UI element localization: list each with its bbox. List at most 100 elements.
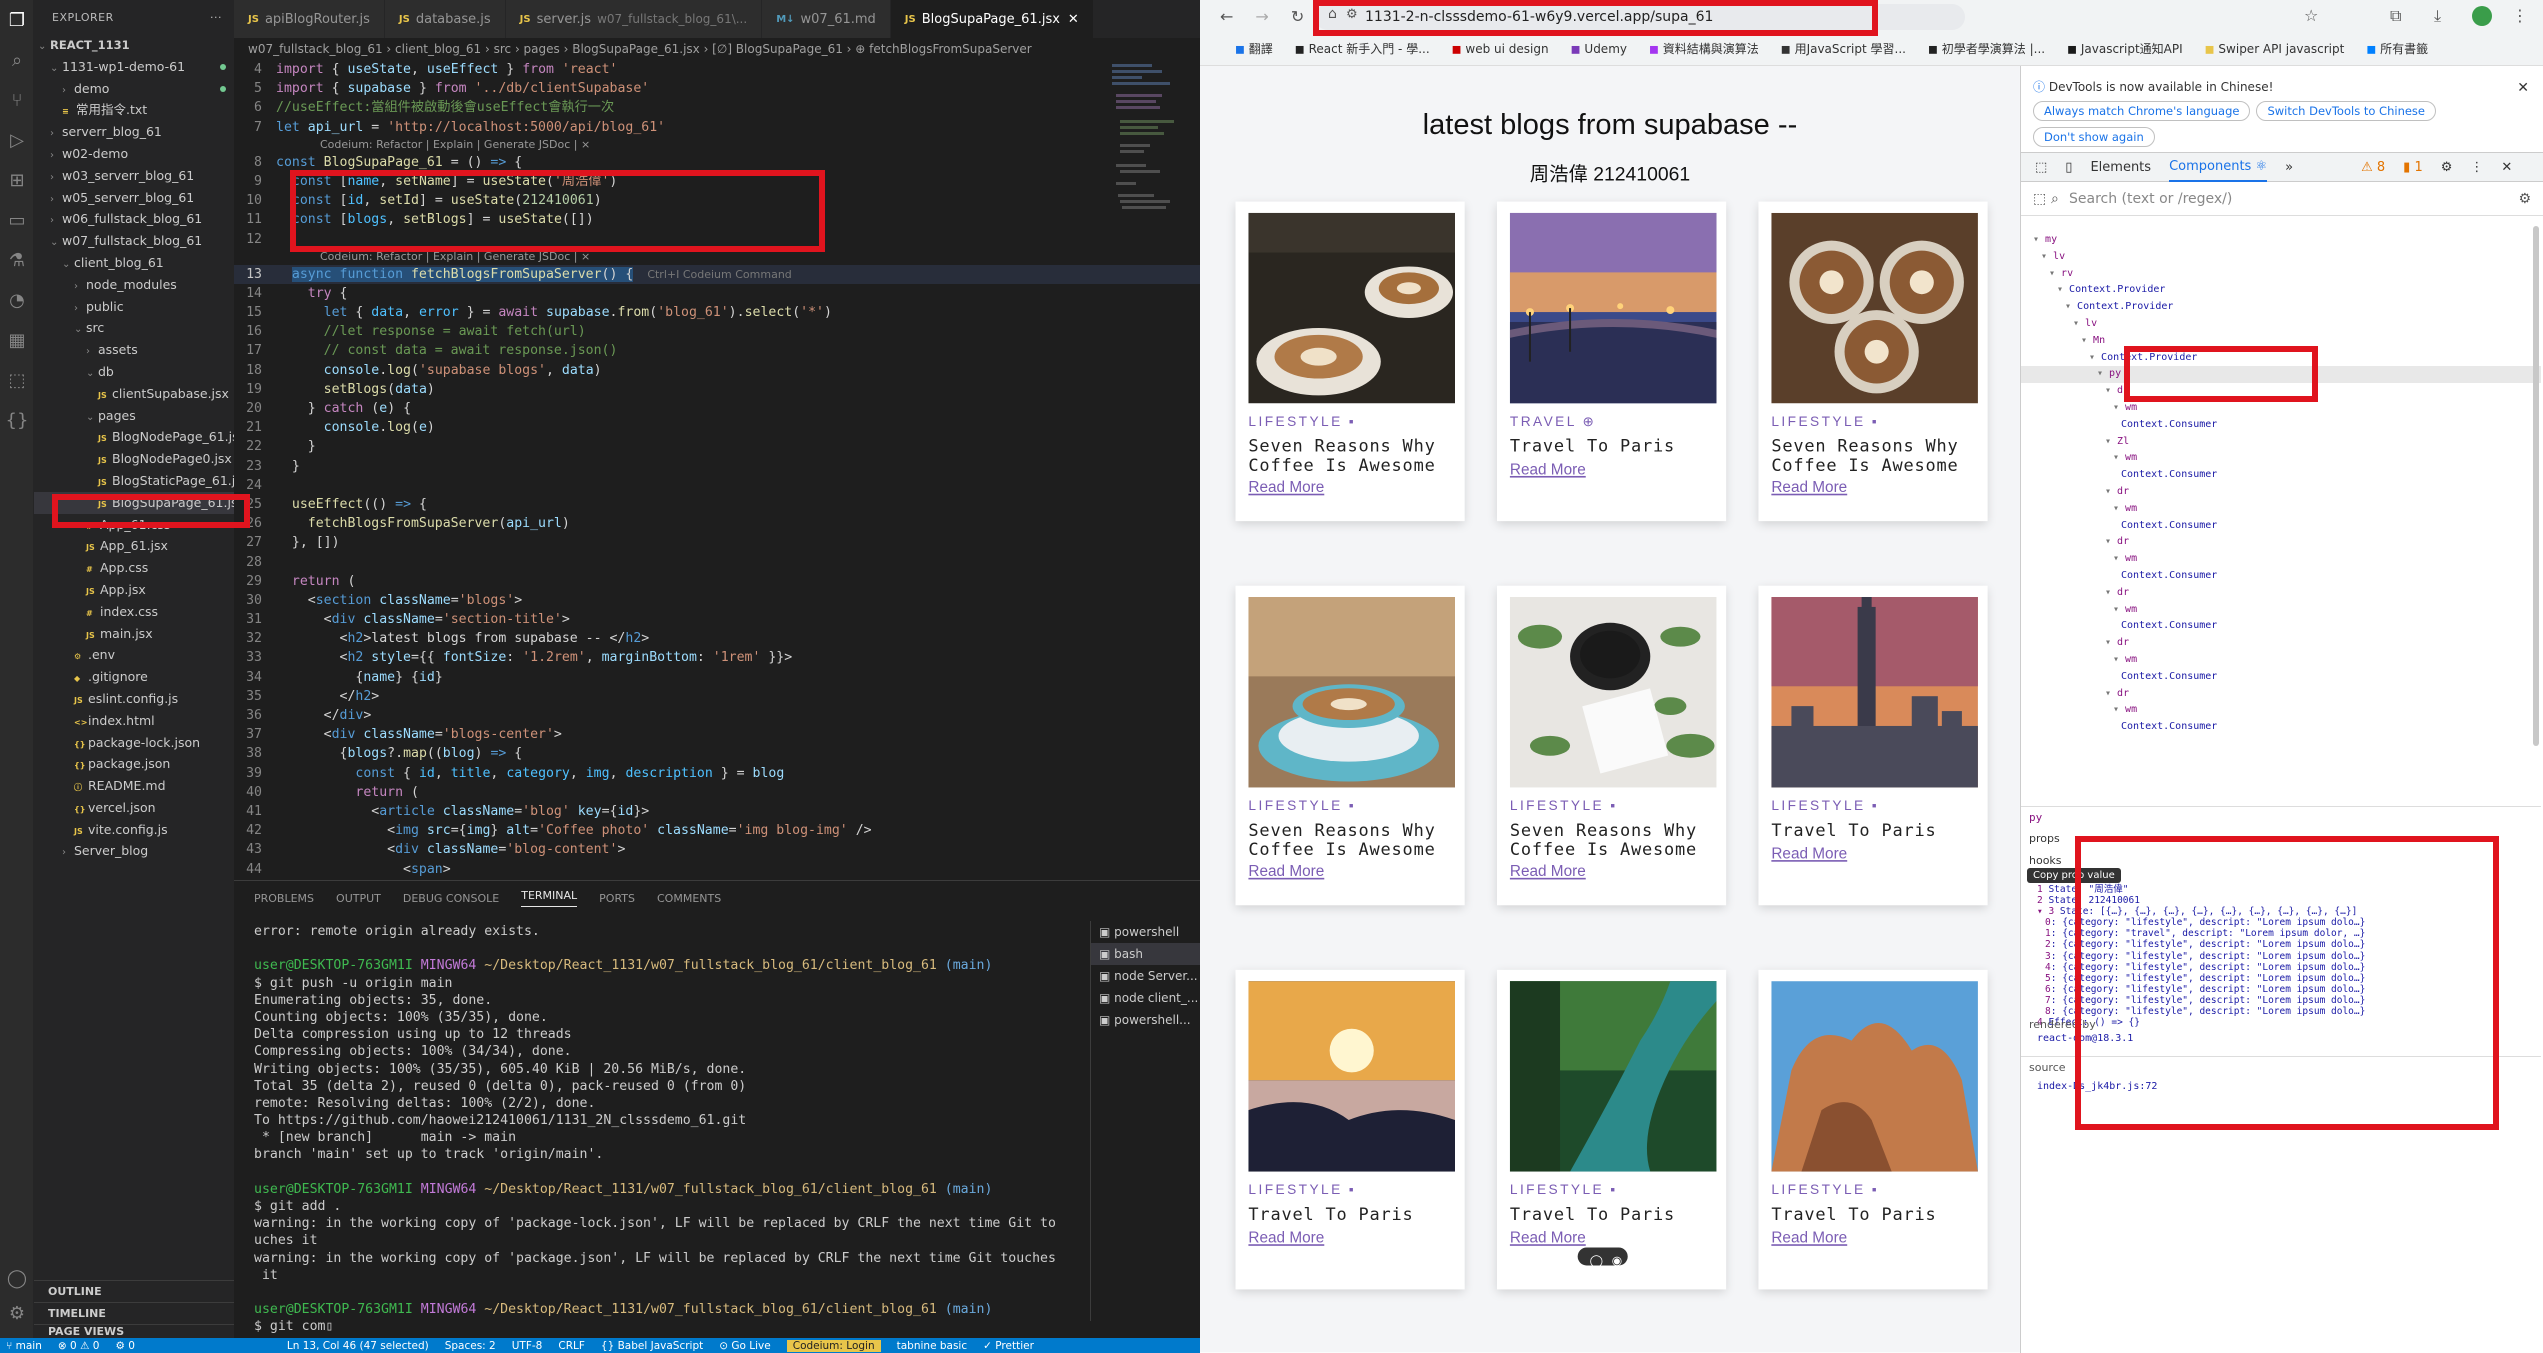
- terminal-instance[interactable]: ▣ node Server...: [1091, 965, 1200, 987]
- tree-item[interactable]: JS eslint.config.js: [34, 688, 234, 710]
- address-bar[interactable]: 1131-2-n-clsssdemo-61-w6y9.vercel.app/su…: [1315, 4, 1965, 30]
- component-node[interactable]: ▾ wm: [2021, 602, 2541, 619]
- tree-item[interactable]: JS BlogSupaPage_61.jsx: [34, 491, 234, 514]
- tree-item[interactable]: ⌄ 1131-wp1-demo-61: [34, 56, 234, 78]
- tab-components[interactable]: Components ⚛: [2169, 152, 2268, 182]
- read-more-link[interactable]: Read More: [1248, 863, 1324, 881]
- component-node[interactable]: ▾ dr: [2021, 484, 2541, 501]
- docker-icon[interactable]: ▦: [0, 320, 34, 360]
- tree-item[interactable]: JS main.jsx: [34, 623, 234, 645]
- back-icon[interactable]: ←: [1220, 7, 1233, 26]
- download-icon[interactable]: ⤓: [2434, 6, 2441, 26]
- tree-item[interactable]: › serverr_blog_61: [34, 121, 234, 143]
- panel-tab-problems[interactable]: PROBLEMS: [254, 892, 314, 905]
- panel-tab-debug-console[interactable]: DEBUG CONSOLE: [403, 892, 499, 905]
- read-more-link[interactable]: Read More: [1510, 461, 1586, 479]
- testing-icon[interactable]: ⚗: [0, 240, 34, 280]
- component-node[interactable]: Context.Consumer: [2021, 719, 2541, 736]
- component-node[interactable]: ▾ wm: [2021, 400, 2541, 417]
- tree-item[interactable]: JS BlogNodePage_61.jsx: [34, 426, 234, 448]
- status-item[interactable]: Spaces: 2: [445, 1340, 496, 1352]
- bookmark-item[interactable]: ◼ React 新手入門 - 學...: [1295, 40, 1430, 57]
- component-node[interactable]: ▾ wm: [2021, 702, 2541, 719]
- bookmark-item[interactable]: ◼ 用JavaScript 學習...: [1781, 40, 1906, 57]
- reload-icon[interactable]: ↻: [1291, 7, 1304, 26]
- bookmarks-icon[interactable]: ⬚: [0, 360, 34, 400]
- devtools-scrollbar[interactable]: [2533, 226, 2539, 746]
- component-node[interactable]: Context.Consumer: [2021, 669, 2541, 686]
- component-node[interactable]: ▾ Context.Provider: [2021, 350, 2541, 367]
- bookmark-item[interactable]: ◼ 翻譯: [1235, 40, 1273, 57]
- tree-item[interactable]: JS clientSupabase.jsx: [34, 383, 234, 405]
- read-more-link[interactable]: Read More: [1510, 863, 1586, 881]
- tree-item[interactable]: › w03_serverr_blog_61: [34, 165, 234, 187]
- tab-blogsupapage-61-jsx[interactable]: JS BlogSupaPage_61.jsx ✕: [890, 0, 1094, 38]
- tree-item[interactable]: {} package-lock.json: [34, 732, 234, 754]
- tree-item[interactable]: › Server_blog: [34, 840, 234, 862]
- component-node[interactable]: ▾ wm: [2021, 501, 2541, 518]
- comment-icon[interactable]: ◯: [1590, 1253, 1603, 1267]
- tree-item[interactable]: {} package.json: [34, 753, 234, 775]
- panel-tab-terminal[interactable]: TERMINAL: [521, 889, 578, 907]
- hook-array-item[interactable]: 5: {category: "lifestyle", descript: "Lo…: [2021, 973, 2541, 984]
- source-file[interactable]: index-Ds_jk4br.js:72: [2029, 1076, 2157, 1098]
- component-node[interactable]: Context.Consumer: [2021, 568, 2541, 585]
- tab-close-icon[interactable]: ✕: [1068, 12, 1079, 27]
- account-icon[interactable]: ◯: [0, 1258, 34, 1298]
- bookmark-item[interactable]: ◼ web ui design: [1452, 42, 1549, 56]
- component-node[interactable]: Context.Consumer: [2021, 467, 2541, 484]
- home-icon[interactable]: ⌂: [1328, 6, 1337, 22]
- read-more-link[interactable]: Read More: [1771, 479, 1847, 497]
- bookmark-item[interactable]: ◼ 所有書籤: [2366, 40, 2428, 57]
- tree-item[interactable]: JS BlogStaticPage_61.jsx: [34, 470, 234, 492]
- hook-array-item[interactable]: 7: {category: "lifestyle", descript: "Lo…: [2021, 995, 2541, 1006]
- hook-array-item[interactable]: 2: {category: "lifestyle", descript: "Lo…: [2021, 939, 2541, 950]
- tree-item[interactable]: ≡ 常用指令.txt: [34, 99, 234, 121]
- status-item[interactable]: ⊗ 0 ⚠ 0: [58, 1340, 100, 1352]
- live-share-icon[interactable]: ◔: [0, 280, 34, 320]
- bookmark-item[interactable]: ◼ 資料結構與演算法: [1649, 40, 1759, 57]
- profile-avatar[interactable]: [2472, 6, 2492, 26]
- devtools-close-icon[interactable]: ✕: [2501, 160, 2512, 175]
- devtools-menu-icon[interactable]: ⋮: [2470, 160, 2483, 175]
- issue-count[interactable]: ▮ 1: [2403, 160, 2423, 175]
- tree-item[interactable]: › assets: [34, 339, 234, 361]
- bookmark-star-icon[interactable]: ☆: [2304, 6, 2318, 25]
- tree-item[interactable]: › w05_serverr_blog_61: [34, 187, 234, 209]
- codelens[interactable]: Codeium: Refactor | Explain | Generate J…: [234, 137, 1200, 153]
- run-debug-icon[interactable]: ▷: [0, 120, 34, 160]
- more-actions-icon[interactable]: ···: [210, 11, 222, 24]
- tab-apiblogrouter-js[interactable]: JS apiBlogRouter.js: [234, 0, 385, 38]
- match-language-button[interactable]: Always match Chrome's language: [2033, 101, 2251, 121]
- component-node[interactable]: ▾ lv: [2021, 316, 2541, 333]
- status-item[interactable]: tabnine basic: [897, 1340, 968, 1352]
- read-more-link[interactable]: Read More: [1510, 1230, 1586, 1248]
- component-search[interactable]: ⬚ ⌕ Search (text or /regex/) ⚙: [2021, 182, 2543, 216]
- component-node[interactable]: ▾ Zl: [2021, 434, 2541, 451]
- terminal-instance[interactable]: ▣ node client_...: [1091, 987, 1200, 1009]
- tree-item[interactable]: ⌄ src: [34, 317, 234, 339]
- tab-elements[interactable]: Elements: [2090, 160, 2151, 175]
- component-node[interactable]: ▾ dr: [2021, 585, 2541, 602]
- tree-item[interactable]: › w02-demo: [34, 143, 234, 165]
- hook-array-item[interactable]: 0: {category: "lifestyle", descript: "Lo…: [2021, 917, 2541, 928]
- terminal-output[interactable]: error: remote origin already exists. user…: [254, 923, 1064, 1336]
- bookmark-item[interactable]: ◼ Javascript通知API: [2067, 40, 2183, 57]
- warning-count[interactable]: ⚠ 8: [2361, 160, 2385, 175]
- toggle-icon[interactable]: ◉: [1612, 1253, 1622, 1267]
- dont-show-button[interactable]: Don't show again: [2033, 127, 2155, 147]
- bookmark-item[interactable]: ◼ Udemy: [1571, 42, 1627, 56]
- read-more-link[interactable]: Read More: [1248, 1230, 1324, 1248]
- component-node[interactable]: ▾ wm: [2021, 551, 2541, 568]
- tree-item[interactable]: ⚙ .env: [34, 644, 234, 666]
- select-element-icon[interactable]: ⬚: [2033, 182, 2046, 216]
- component-node[interactable]: ▾ my: [2021, 232, 2541, 249]
- component-node[interactable]: Context.Consumer: [2021, 618, 2541, 635]
- tree-item[interactable]: <>index.html: [34, 710, 234, 732]
- component-node[interactable]: ▾ dr: [2021, 534, 2541, 551]
- status-item[interactable]: UTF-8: [512, 1340, 543, 1352]
- minimap[interactable]: [1110, 60, 1186, 560]
- code-editor[interactable]: 4 import { useState, useEffect } from 're…: [234, 60, 1200, 880]
- component-node[interactable]: Context.Consumer: [2021, 417, 2541, 434]
- tree-item[interactable]: JS vite.config.js: [34, 819, 234, 841]
